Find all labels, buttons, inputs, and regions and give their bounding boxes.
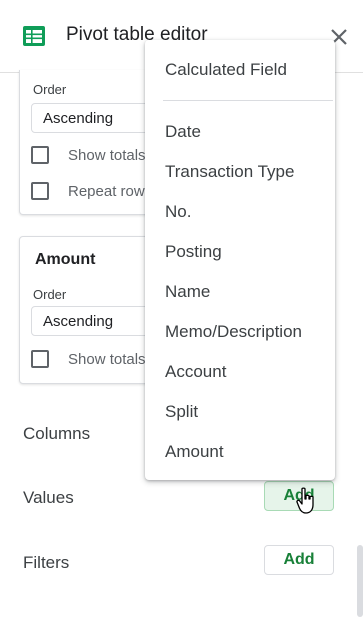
menu-item-no[interactable]: No. (145, 194, 335, 230)
repeat-row-checkbox[interactable] (31, 182, 49, 200)
show-totals-checkbox[interactable] (31, 350, 49, 368)
show-totals-checkbox[interactable] (31, 146, 49, 164)
show-totals-label: Show totals (68, 351, 146, 368)
menu-item-split[interactable]: Split (145, 394, 335, 430)
menu-item-amount[interactable]: Amount (145, 434, 335, 470)
filters-label: Filters (23, 553, 70, 572)
menu-item-transaction-type[interactable]: Transaction Type (145, 154, 335, 190)
hand-cursor-icon (296, 487, 314, 514)
scrollbar[interactable] (357, 545, 363, 617)
field-dropdown-menu: Calculated Field Date Transaction Type N… (145, 40, 335, 480)
menu-item-name[interactable]: Name (145, 274, 335, 310)
repeat-row-label: Repeat row (68, 183, 145, 200)
menu-item-account[interactable]: Account (145, 354, 335, 390)
menu-item-date[interactable]: Date (145, 114, 335, 150)
values-label: Values (23, 488, 74, 507)
sheets-icon (23, 26, 45, 46)
columns-label: Columns (23, 424, 91, 443)
menu-item-memo-description[interactable]: Memo/Description (145, 314, 335, 350)
menu-item-calculated-field[interactable]: Calculated Field (145, 52, 335, 88)
amount-card-title: Amount (35, 251, 96, 268)
menu-item-posting[interactable]: Posting (145, 234, 335, 270)
order-label: Order (33, 82, 67, 97)
show-totals-label: Show totals (68, 147, 146, 164)
filters-add-button[interactable]: Add (264, 545, 334, 575)
menu-divider (163, 100, 333, 101)
order-label: Order (33, 287, 67, 302)
